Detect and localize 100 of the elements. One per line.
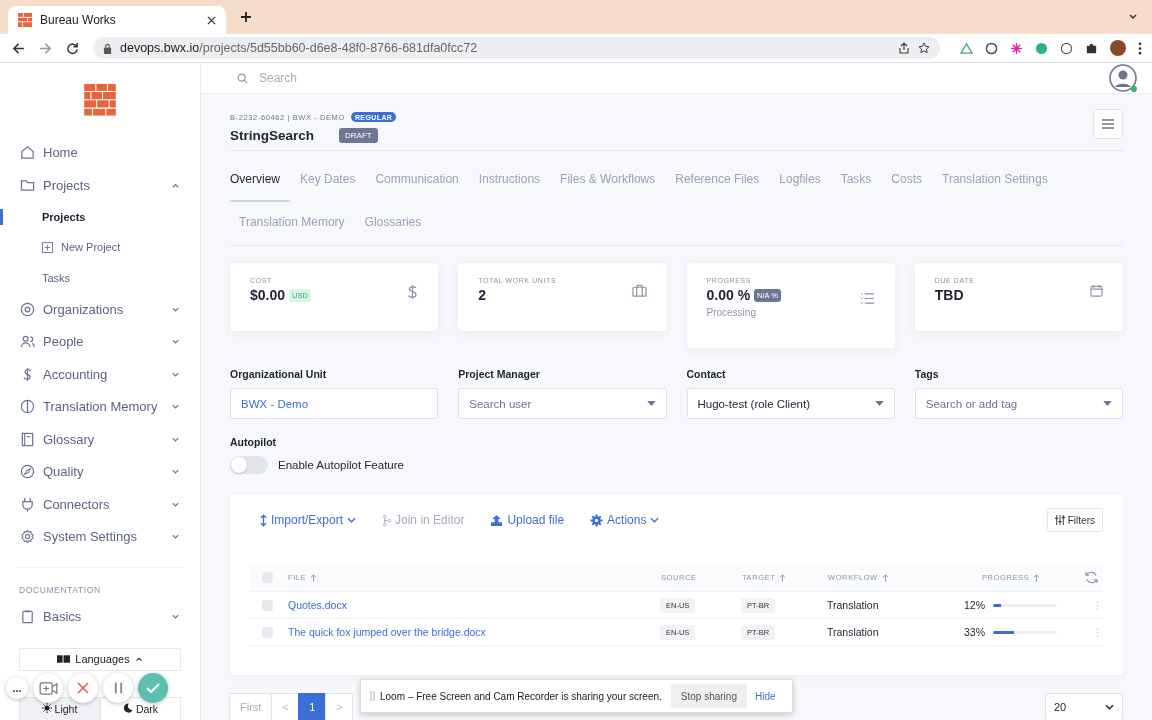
sidebar-item-icon: [20, 431, 35, 447]
field-label: Contact: [686, 368, 727, 380]
toggle-label: Enable Autopilot Feature: [278, 459, 404, 471]
sidebar-item[interactable]: Home: [0, 136, 200, 170]
url-text: devops.bwx.io/projects/5d55bb60-d6e8-48f0-8766-681dfa0fcc72: [120, 41, 478, 55]
sidebar-subitem[interactable]: New Project: [0, 232, 200, 263]
address-bar[interactable]: devops.bwx.io/projects/5d55bb60-d6e8-48f0-8766-681dfa0fcc72: [93, 37, 940, 59]
page-button[interactable]: 1: [298, 693, 327, 720]
sidebar-item[interactable]: People: [0, 325, 200, 359]
caret-down-icon: [874, 401, 884, 406]
sidebar-item[interactable]: Accounting: [0, 358, 200, 391]
sidebar-subitem[interactable]: Tasks: [0, 262, 200, 294]
caret-down-icon: [646, 401, 656, 406]
sidebar-item-icon: [20, 496, 35, 512]
checkbox[interactable]: [262, 599, 273, 611]
sort-arrow-icon: [1033, 573, 1041, 582]
menu-icon: [1102, 119, 1114, 129]
file-link[interactable]: The quick fox jumped over the bridge.docx: [288, 626, 486, 638]
sidebar-item[interactable]: Connectors: [0, 488, 200, 521]
sidebar-item[interactable]: System Settings: [0, 520, 200, 554]
select-field[interactable]: Search or add tag: [914, 388, 1123, 419]
sidebar-item-icon: [20, 529, 35, 545]
branch-icon: [382, 513, 392, 527]
chevron-down-icon: [1105, 704, 1114, 710]
close-icon: [77, 682, 89, 694]
brick-wall-logo[interactable]: [81, 84, 119, 116]
sidebar-item[interactable]: Glossary: [0, 423, 200, 456]
stop-sharing-button[interactable]: Stop sharing: [670, 684, 747, 708]
sidebar-item-icon: [20, 334, 35, 350]
theme-button[interactable]: Light: [19, 697, 100, 720]
text-field[interactable]: BWX - Demo: [230, 388, 439, 419]
sort-arrow-icon: [310, 573, 318, 582]
progress-bar: [993, 630, 1057, 634]
sidebar-item[interactable]: Projects: [0, 169, 200, 202]
field-label: Organizational Unit: [230, 368, 328, 380]
chevron-down-icon[interactable]: [1128, 12, 1138, 22]
search-icon: [237, 72, 248, 84]
sidebar-item[interactable]: Organizations: [0, 293, 200, 326]
reload-icon[interactable]: [66, 41, 79, 55]
select-field[interactable]: Search user: [458, 388, 667, 419]
close-icon[interactable]: [207, 15, 216, 25]
sliders-icon: [1054, 515, 1065, 525]
status-badge: DRAFT: [339, 128, 378, 143]
briefcase-icon: [631, 284, 647, 297]
list-icon: [859, 293, 875, 304]
pause-icon: [113, 682, 123, 694]
search-field[interactable]: Search: [257, 70, 561, 86]
select-field[interactable]: Hugo-test (role Client): [686, 388, 895, 419]
burst-extension-icon[interactable]: [1010, 41, 1023, 55]
hide-button[interactable]: Hide: [751, 690, 779, 702]
table-cell: Translation: [827, 626, 879, 638]
languages-button[interactable]: Languages: [19, 647, 181, 671]
progress-percent: 12%: [963, 599, 985, 611]
refresh-icon[interactable]: [1084, 571, 1099, 584]
field-label: Tags: [914, 368, 940, 380]
section-heading: DOCUMENTATION: [18, 584, 102, 595]
banner-message: Loom – Free Screen and Cam Recorder is sharing your screen.: [380, 690, 662, 702]
forward-arrow-icon[interactable]: [39, 41, 52, 55]
sort-arrow-icon: [881, 573, 889, 582]
triangle-extension-icon[interactable]: [960, 41, 973, 55]
toggle-switch[interactable]: [230, 456, 268, 474]
stat-value: $0.00: [250, 287, 286, 303]
user-avatar-icon[interactable]: [1108, 63, 1138, 93]
back-arrow-icon[interactable]: [12, 41, 25, 55]
checkmark-icon: [146, 683, 160, 693]
moon-icon: [122, 703, 133, 713]
ring-extension-icon[interactable]: [1060, 41, 1073, 55]
filters-button[interactable]: Filters: [1046, 508, 1103, 532]
circle-extension-icon[interactable]: [985, 41, 998, 55]
plus-square-icon: [42, 241, 53, 253]
new-tab-icon[interactable]: [240, 11, 252, 23]
sun-icon: [41, 703, 52, 713]
share-icon[interactable]: [898, 42, 910, 54]
upload-icon: [490, 513, 504, 527]
theme-button[interactable]: Dark: [100, 697, 181, 720]
menu-icon[interactable]: [1138, 41, 1142, 55]
sidebar-item-icon: [20, 145, 35, 161]
file-link[interactable]: Quotes.docx: [288, 599, 347, 611]
star-icon[interactable]: [918, 42, 930, 54]
drag-handle-icon[interactable]: [370, 691, 375, 701]
sidebar-subitem[interactable]: Projects: [0, 201, 200, 233]
tab[interactable]: Overview: [230, 159, 290, 202]
lock-icon: [103, 42, 112, 54]
sidebar-item[interactable]: Translation Memory: [0, 390, 200, 424]
table-cell: Translation: [827, 599, 879, 611]
toolbar-button[interactable]: Import/Export: [260, 513, 357, 527]
browser-tab[interactable]: Bureau Works: [8, 6, 226, 34]
toolbar-button[interactable]: Upload file: [490, 513, 565, 527]
profile-avatar-icon[interactable]: [1110, 40, 1126, 56]
page-size-select[interactable]: 20: [1045, 693, 1123, 720]
sidebar-item[interactable]: Quality: [0, 455, 200, 489]
menu-button[interactable]: [1093, 109, 1123, 139]
checkbox[interactable]: [262, 626, 273, 638]
sidebar-item[interactable]: Basics: [0, 602, 200, 630]
dollar-icon: [407, 284, 419, 300]
toolbar-button[interactable]: Actions: [590, 513, 660, 527]
gear-icon: [590, 513, 604, 527]
clipboard-icon: [20, 608, 35, 624]
round-extension-icon[interactable]: [1035, 41, 1048, 55]
stat-note: Processing: [706, 307, 757, 318]
